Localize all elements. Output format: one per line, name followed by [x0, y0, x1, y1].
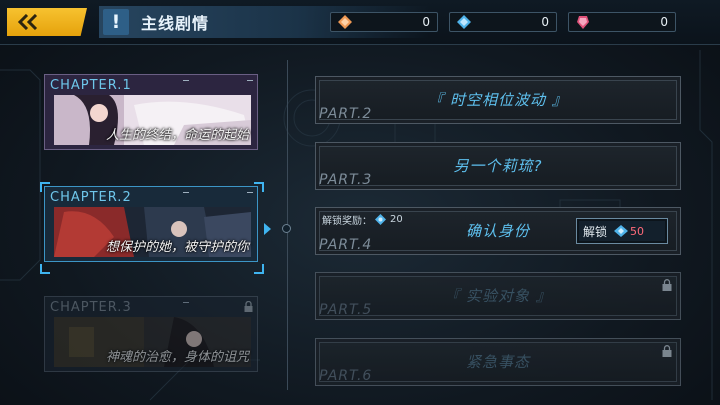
currency-blue-crystal[interactable]: 0: [449, 12, 557, 32]
currency-orange-ticket[interactable]: 0: [330, 12, 438, 32]
selection-corner: [40, 264, 50, 274]
chapter-label: CHAPTER.2: [50, 190, 132, 205]
chapter-label: CHAPTER.1: [50, 78, 132, 93]
chapter-subtitle: 人生的终结，命运的起始: [105, 128, 249, 143]
unlock-cost: 50: [630, 224, 645, 238]
part-6-item-locked[interactable]: 紧急事态 PART.6: [315, 338, 681, 386]
selection-corner: [254, 264, 264, 274]
part-5-item-locked[interactable]: 『 实验对象 』 PART.5: [315, 272, 681, 320]
divider: [183, 302, 189, 303]
divider: [247, 192, 253, 193]
page-title: 主线剧情: [141, 14, 210, 33]
lock-icon: [244, 301, 253, 312]
top-bar: ! 主线剧情 0 0 0: [0, 0, 720, 45]
orange-ticket-icon: [338, 15, 352, 29]
part-number: PART.5: [319, 302, 373, 318]
back-button[interactable]: [7, 8, 87, 36]
divider: [183, 192, 189, 193]
currency-value: 0: [541, 15, 549, 29]
blue-crystal-icon: [614, 225, 629, 237]
chapter-label: CHAPTER.3: [50, 300, 132, 315]
selection-corner: [40, 182, 50, 192]
chapter-card-2-selected[interactable]: CHAPTER.2 想保护的她，被守护的你: [44, 186, 258, 262]
divider: [183, 80, 189, 81]
part-number: PART.4: [319, 237, 373, 253]
part-4-item[interactable]: 解锁奖励： 20 确认身份 PART.4 解锁 50: [315, 207, 681, 255]
currency-value: 0: [660, 15, 668, 29]
divider: [247, 80, 253, 81]
selection-corner: [254, 182, 264, 192]
currency-pink-gem[interactable]: 0: [568, 12, 676, 32]
part-number: PART.6: [319, 368, 373, 384]
selected-chapter-arrow-icon: [264, 223, 271, 235]
back-chevron-icon: [17, 14, 38, 30]
unlock-label: 解锁: [583, 224, 608, 239]
blue-crystal-icon: [457, 15, 471, 29]
unlock-button[interactable]: 解锁 50: [576, 218, 668, 244]
part-2-item[interactable]: 『 时空相位波动 』 PART.2: [315, 76, 681, 124]
part-3-item[interactable]: 另一个莉琉? PART.3: [315, 142, 681, 190]
part-number: PART.2: [319, 106, 373, 122]
divider-node: [282, 224, 291, 233]
chapter-subtitle: 神魂的治愈，身体的诅咒: [105, 350, 249, 365]
currency-value: 0: [422, 15, 430, 29]
chapter-card-3-locked[interactable]: CHAPTER.3 神魂的治愈，身体的诅咒: [44, 296, 258, 372]
part-number: PART.3: [319, 172, 373, 188]
pink-gem-icon: [577, 16, 589, 29]
alert-icon: !: [103, 9, 129, 35]
chapter-subtitle: 想保护的她，被守护的你: [105, 240, 249, 255]
chapter-card-1[interactable]: CHAPTER.1 人生的终结，命运的起始: [44, 74, 258, 150]
